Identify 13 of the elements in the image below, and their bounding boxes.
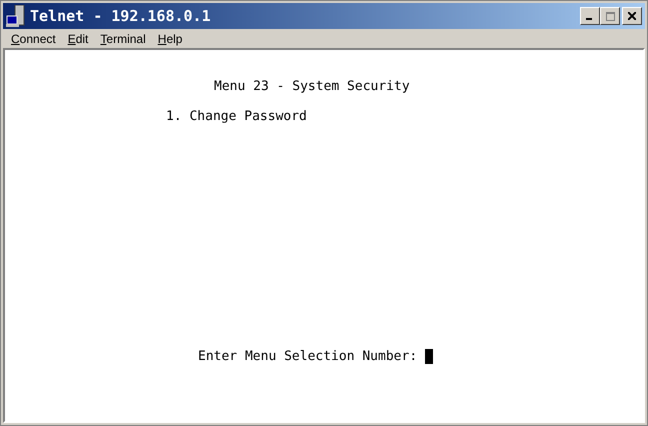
- menu-title: Menu 23 - System Security: [214, 79, 411, 94]
- menu-item[interactable]: Edit: [62, 30, 94, 48]
- prompt-text: Enter Menu Selection Number:: [198, 349, 418, 364]
- window-title: Telnet - 192.168.0.1: [30, 6, 212, 27]
- close-button[interactable]: [622, 7, 642, 25]
- menu-item[interactable]: Terminal: [94, 30, 152, 48]
- menu-item[interactable]: Help: [152, 30, 188, 48]
- menu-item[interactable]: Connect: [5, 30, 62, 48]
- close-icon: [628, 12, 636, 20]
- maximize-icon: [606, 12, 614, 20]
- menu-option: 1. Change Password: [166, 109, 643, 124]
- minimize-button[interactable]: [580, 7, 600, 25]
- computer-icon: [6, 5, 26, 27]
